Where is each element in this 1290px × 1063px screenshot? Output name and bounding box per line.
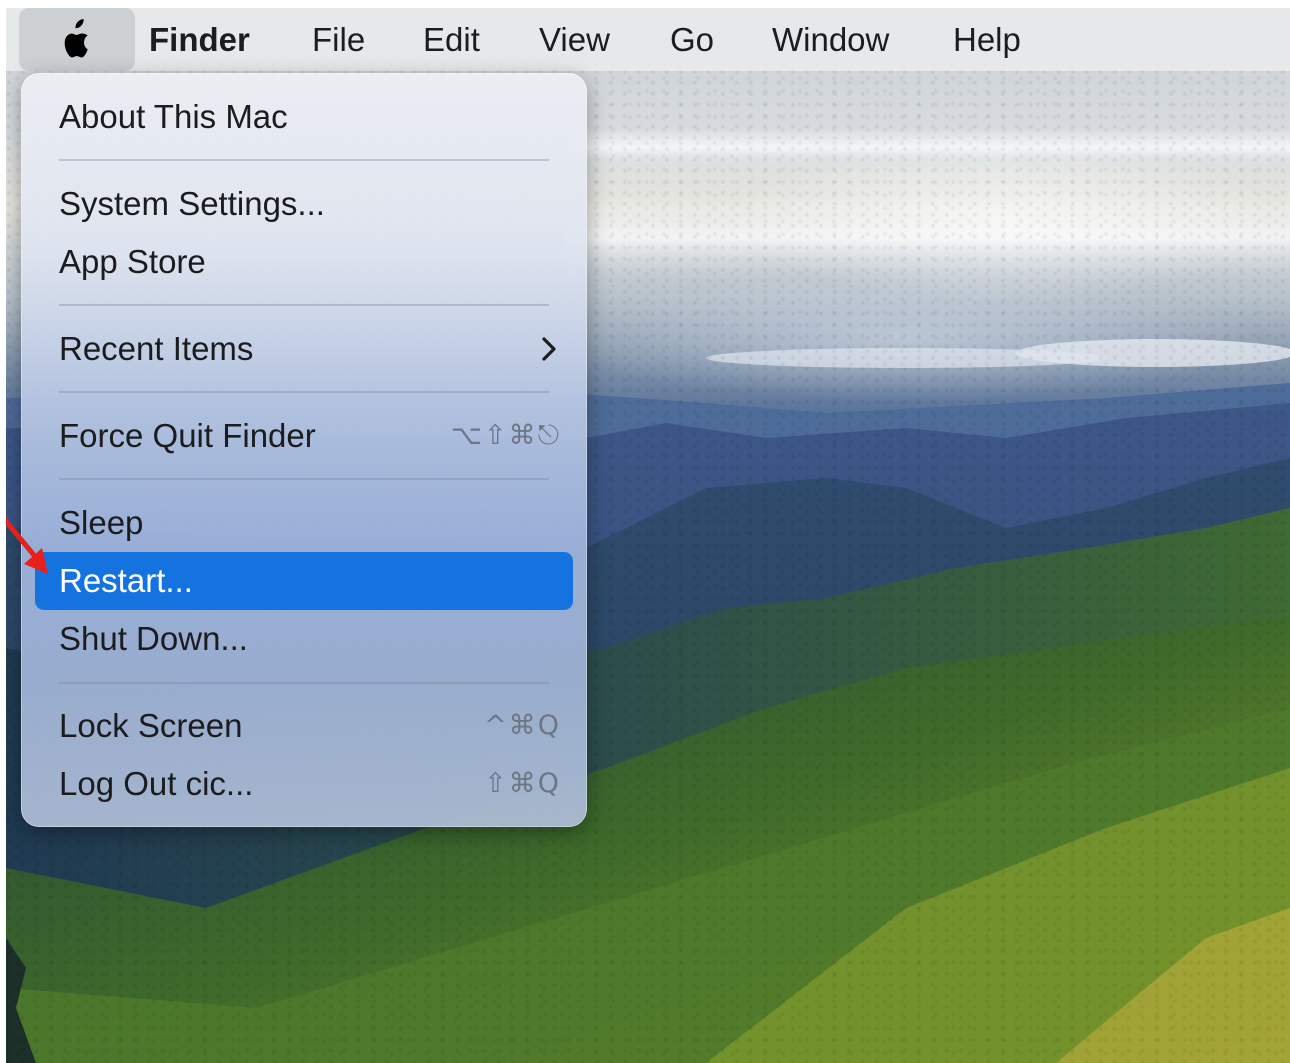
screenshot-frame: Finder File Edit View Go Window Help Abo… [6, 8, 1290, 1063]
menu-item-shut-down[interactable]: Shut Down... [35, 610, 573, 668]
menu-separator [59, 304, 549, 306]
keyboard-shortcut: ^⌘Q [484, 710, 561, 741]
keyboard-shortcut: ⌥⇧⌘⎋ [450, 420, 561, 451]
menu-window[interactable]: Window [772, 8, 889, 71]
menu-item-about-this-mac[interactable]: About This Mac [35, 88, 573, 146]
menu-item-label: Log Out cic... [59, 765, 254, 802]
red-arrow-icon [6, 517, 48, 574]
menu-separator [59, 159, 549, 161]
menu-edit[interactable]: Edit [423, 8, 480, 71]
menu-separator [59, 478, 549, 480]
menu-item-label: About This Mac [59, 98, 288, 135]
menu-item-app-store[interactable]: App Store [35, 233, 573, 291]
menu-bar: Finder File Edit View Go Window Help [6, 8, 1290, 71]
apple-logo-icon [64, 18, 88, 57]
menu-help[interactable]: Help [953, 8, 1021, 71]
menu-view[interactable]: View [539, 8, 610, 71]
menu-item-lock-screen[interactable]: Lock Screen ^⌘Q [35, 697, 573, 755]
menu-item-label: Force Quit Finder [59, 417, 316, 454]
menu-separator [59, 682, 549, 684]
menu-finder[interactable]: Finder [149, 8, 250, 71]
menu-go[interactable]: Go [670, 8, 714, 71]
menu-file[interactable]: File [312, 8, 365, 71]
menu-item-force-quit[interactable]: Force Quit Finder ⌥⇧⌘⎋ [35, 407, 573, 465]
menu-item-label: App Store [59, 243, 206, 280]
menu-item-sleep[interactable]: Sleep [35, 494, 573, 552]
menu-item-label: Recent Items [59, 330, 254, 367]
menu-item-recent-items[interactable]: Recent Items [35, 320, 573, 378]
menu-separator [59, 391, 549, 393]
menu-item-log-out[interactable]: Log Out cic... ⇧⌘Q [35, 755, 573, 813]
menu-item-label: Lock Screen [59, 707, 243, 744]
chevron-right-icon [542, 337, 556, 361]
apple-menu-dropdown: About This Mac System Settings... App St… [21, 73, 587, 827]
menu-item-restart[interactable]: Restart... [35, 552, 573, 610]
apple-menu-button[interactable] [19, 8, 135, 71]
keyboard-shortcut: ⇧⌘Q [484, 768, 561, 799]
menu-item-system-settings[interactable]: System Settings... [35, 175, 573, 233]
menu-item-label: Shut Down... [59, 620, 248, 657]
menu-item-label: System Settings... [59, 185, 325, 222]
